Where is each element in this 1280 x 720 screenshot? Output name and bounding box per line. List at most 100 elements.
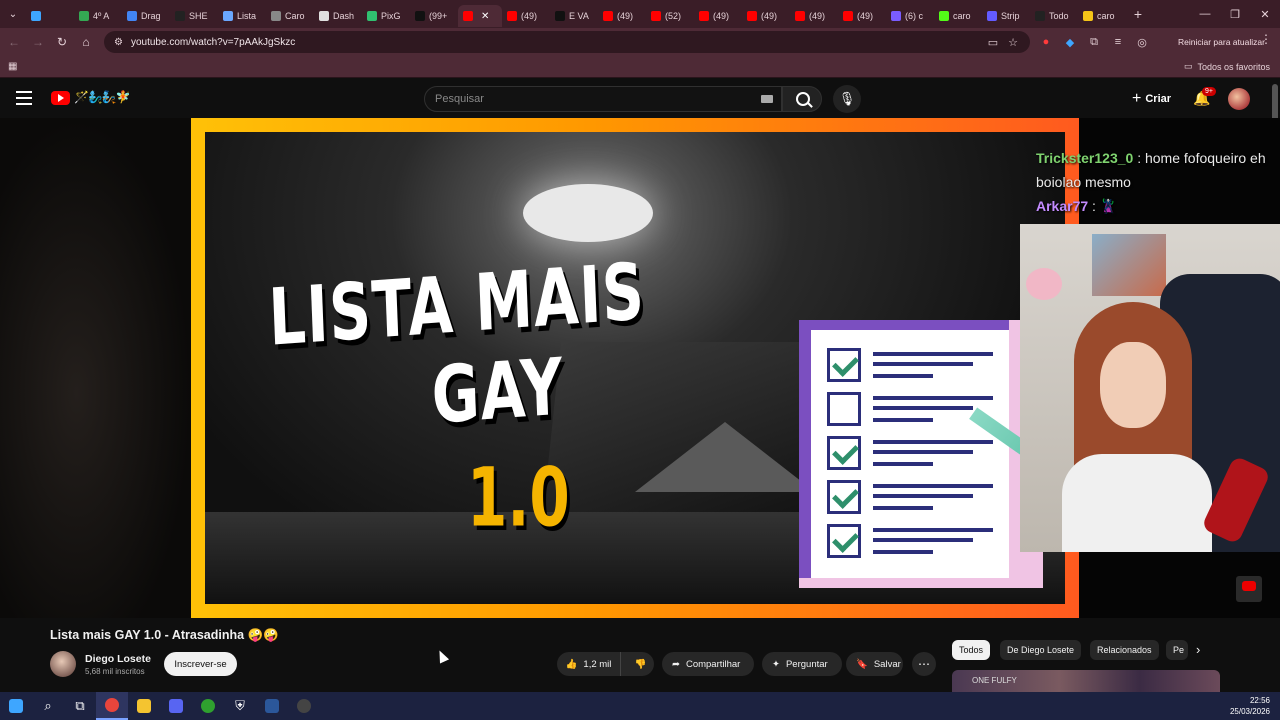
- create-button[interactable]: + Criar: [1132, 90, 1171, 108]
- chip-from-channel[interactable]: De Diego Losete: [1000, 640, 1082, 660]
- search-input[interactable]: Pesquisar: [424, 86, 782, 112]
- site-info-icon[interactable]: ⚙: [114, 37, 123, 48]
- save-button[interactable]: 🔖 Salvar: [846, 652, 903, 676]
- browser-tab[interactable]: (49): [742, 5, 790, 27]
- file-explorer-icon[interactable]: [128, 692, 160, 720]
- apps-grid-icon[interactable]: ▦: [8, 61, 17, 72]
- browser-tab[interactable]: E VA: [550, 5, 598, 27]
- browser-tab[interactable]: (49): [502, 5, 550, 27]
- browser-tab[interactable]: caro: [934, 5, 982, 27]
- system-clock[interactable]: 22:56 25/03/2026: [1230, 695, 1270, 717]
- tab-favicon-icon: [31, 11, 41, 21]
- subscribe-button[interactable]: Inscrever-se: [164, 652, 237, 676]
- close-window-icon[interactable]: ✕: [1250, 0, 1280, 28]
- ask-button[interactable]: ✦ Perguntar: [762, 652, 842, 676]
- channel-watermark-icon[interactable]: [1236, 576, 1262, 602]
- browser-tab[interactable]: Caro: [266, 5, 314, 27]
- tab-close-icon[interactable]: ✕: [481, 11, 489, 22]
- browser-tab[interactable]: (52): [646, 5, 694, 27]
- like-button[interactable]: 👍 1,2 mil: [557, 652, 621, 676]
- back-icon[interactable]: ←: [2, 30, 26, 54]
- chip-all[interactable]: Todos: [952, 640, 991, 660]
- extensions-puzzle-icon[interactable]: ⧉: [1086, 36, 1102, 49]
- search-button[interactable]: [782, 86, 822, 112]
- window-controls: — ❐ ✕: [1190, 0, 1280, 28]
- xbox-icon[interactable]: [192, 692, 224, 720]
- browser-tab[interactable]: (49): [838, 5, 886, 27]
- tab-search-icon[interactable]: ⌄: [0, 0, 26, 28]
- youtube-doodle[interactable]: 🪄🧞‍♂️🧞🧚: [74, 90, 131, 104]
- video-player[interactable]: LISTA MAIS GAY 1.0 Trickster123_0 : home…: [0, 118, 1280, 618]
- maximize-icon[interactable]: ❐: [1220, 0, 1250, 28]
- dislike-button[interactable]: 👎: [627, 659, 654, 670]
- word-icon[interactable]: [256, 692, 288, 720]
- browser-tab[interactable]: PixG: [362, 5, 410, 27]
- thumbnail-title-line2: GAY: [430, 340, 566, 442]
- browser-tab[interactable]: (49): [598, 5, 646, 27]
- obs-icon[interactable]: [288, 692, 320, 720]
- browser-tab[interactable]: Strip: [982, 5, 1030, 27]
- all-favorites-button[interactable]: ▭ Todos os favoritos: [1184, 61, 1270, 72]
- browser-tab[interactable]: SHE: [170, 5, 218, 27]
- browser-tab[interactable]: (49): [694, 5, 742, 27]
- youtube-logo-icon[interactable]: [51, 91, 70, 105]
- more-actions-icon[interactable]: ⋯: [912, 652, 936, 676]
- recommended-video-thumbnail[interactable]: ONE FULFY: [952, 670, 1220, 692]
- home-icon[interactable]: ⌂: [74, 30, 98, 54]
- chevron-right-icon[interactable]: ›: [1196, 642, 1200, 657]
- chrome-icon[interactable]: [96, 692, 128, 720]
- chip-related[interactable]: Relacionados: [1090, 640, 1159, 660]
- restart-to-update-button[interactable]: Reiniciar para atualizar: [1172, 32, 1271, 52]
- bookmark-star-icon[interactable]: ☆: [1008, 36, 1018, 49]
- windows-start-icon[interactable]: [0, 692, 32, 720]
- folder-icon: ▭: [1183, 61, 1193, 71]
- browser-tab[interactable]: (99+: [410, 5, 458, 27]
- video-frame-scene: LISTA MAIS GAY 1.0: [205, 132, 1065, 604]
- tab-label: caro: [953, 11, 971, 21]
- chip-partial[interactable]: Pe: [1166, 640, 1188, 660]
- address-bar[interactable]: ⚙ youtube.com/watch?v=7pAAkJgSkzc ▭ ☆: [104, 31, 1030, 53]
- stream-chat-overlay: Trickster123_0 : home fofoqueiro eh boio…: [1036, 146, 1266, 218]
- browser-tab[interactable]: Dash: [314, 5, 362, 27]
- browser-tab[interactable]: Lista: [218, 5, 266, 27]
- forward-icon[interactable]: →: [26, 30, 50, 54]
- browser-tab[interactable]: (6) c: [886, 5, 934, 27]
- browser-tab[interactable]: caro: [1078, 5, 1126, 27]
- shield-icon[interactable]: ⛨: [224, 692, 256, 720]
- laptop-wallpaper: [635, 422, 815, 492]
- keyboard-icon[interactable]: [761, 95, 773, 103]
- menu-icon[interactable]: [16, 91, 32, 105]
- new-tab-button[interactable]: +: [1126, 6, 1150, 22]
- tab-label: Dash: [333, 11, 355, 21]
- share-button[interactable]: ➦ Compartilhar: [662, 652, 754, 676]
- channel-name[interactable]: Diego Losete: [85, 653, 151, 665]
- browser-tab[interactable]: Todo: [1030, 5, 1078, 27]
- tab-label: (49): [857, 11, 874, 21]
- media-control-icon[interactable]: ≡: [1110, 36, 1126, 48]
- channel-avatar[interactable]: [50, 651, 76, 677]
- discord-icon[interactable]: [160, 692, 192, 720]
- extension-blue-icon[interactable]: ◆: [1062, 36, 1078, 49]
- browser-tab[interactable]: ✕: [458, 5, 502, 27]
- account-avatar[interactable]: [1228, 88, 1250, 110]
- tab-label: PixG: [381, 11, 401, 21]
- tab-label: Lista: [237, 11, 257, 21]
- task-view-icon[interactable]: ⧉: [64, 692, 96, 720]
- browser-tab[interactable]: [26, 5, 74, 27]
- reload-icon[interactable]: ↻: [50, 30, 74, 54]
- browser-tab[interactable]: (49): [790, 5, 838, 27]
- extension-red-icon[interactable]: ●: [1038, 36, 1054, 48]
- browser-tab[interactable]: Drag: [122, 5, 170, 27]
- minimize-icon[interactable]: —: [1190, 0, 1220, 28]
- profile-icon[interactable]: ◎: [1134, 36, 1150, 49]
- all-favorites-label: Todos os favoritos: [1197, 61, 1270, 72]
- search-icon[interactable]: ⌕: [32, 692, 64, 720]
- tab-favicon-icon: [555, 11, 565, 21]
- tab-label: (49): [713, 11, 730, 21]
- tab-label: Strip: [1001, 11, 1020, 21]
- browser-tab[interactable]: 4º A: [74, 5, 122, 27]
- microphone-icon[interactable]: 🎙: [833, 85, 861, 113]
- browser-menu-icon[interactable]: ⋮: [1260, 32, 1272, 46]
- cast-icon[interactable]: ▭: [988, 36, 998, 49]
- chat-username: Trickster123_0: [1036, 150, 1134, 166]
